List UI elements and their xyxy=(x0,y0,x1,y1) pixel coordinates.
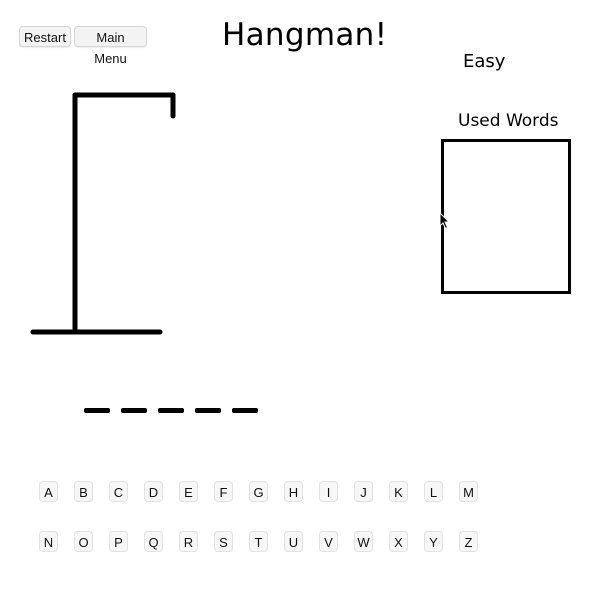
letter-key-l[interactable]: L xyxy=(424,481,443,502)
letter-key-x[interactable]: X xyxy=(389,531,408,552)
letter-key-b[interactable]: B xyxy=(74,481,93,502)
letter-key-g[interactable]: G xyxy=(249,481,268,502)
letter-key-e[interactable]: E xyxy=(179,481,198,502)
letter-key-q[interactable]: Q xyxy=(144,531,163,552)
letter-key-c[interactable]: C xyxy=(109,481,128,502)
gallows-drawing xyxy=(30,92,176,335)
letter-key-u[interactable]: U xyxy=(284,531,303,552)
word-blanks xyxy=(84,408,258,413)
mouse-cursor-icon xyxy=(439,212,451,230)
letter-key-a[interactable]: A xyxy=(39,481,58,502)
letter-key-y[interactable]: Y xyxy=(424,531,443,552)
used-words-title: Used Words xyxy=(458,111,559,131)
letter-blank xyxy=(195,408,221,413)
letter-key-z[interactable]: Z xyxy=(459,531,478,552)
used-words-box xyxy=(441,139,571,294)
letter-key-o[interactable]: O xyxy=(74,531,93,552)
letter-key-s[interactable]: S xyxy=(214,531,233,552)
letter-key-r[interactable]: R xyxy=(179,531,198,552)
letter-key-w[interactable]: W xyxy=(354,531,373,552)
letter-key-k[interactable]: K xyxy=(389,481,408,502)
letter-blank xyxy=(84,408,110,413)
letter-key-t[interactable]: T xyxy=(249,531,268,552)
letter-key-f[interactable]: F xyxy=(214,481,233,502)
difficulty-label: Easy xyxy=(463,51,506,72)
letter-blank xyxy=(232,408,258,413)
letter-key-d[interactable]: D xyxy=(144,481,163,502)
letter-blank xyxy=(121,408,147,413)
letter-key-p[interactable]: P xyxy=(109,531,128,552)
letter-key-j[interactable]: J xyxy=(354,481,373,502)
letter-key-n[interactable]: N xyxy=(39,531,58,552)
letter-key-m[interactable]: M xyxy=(459,481,478,502)
letter-key-i[interactable]: I xyxy=(319,481,338,502)
letter-key-v[interactable]: V xyxy=(319,531,338,552)
page-title: Hangman! xyxy=(222,17,388,53)
letter-blank xyxy=(158,408,184,413)
letter-key-h[interactable]: H xyxy=(284,481,303,502)
